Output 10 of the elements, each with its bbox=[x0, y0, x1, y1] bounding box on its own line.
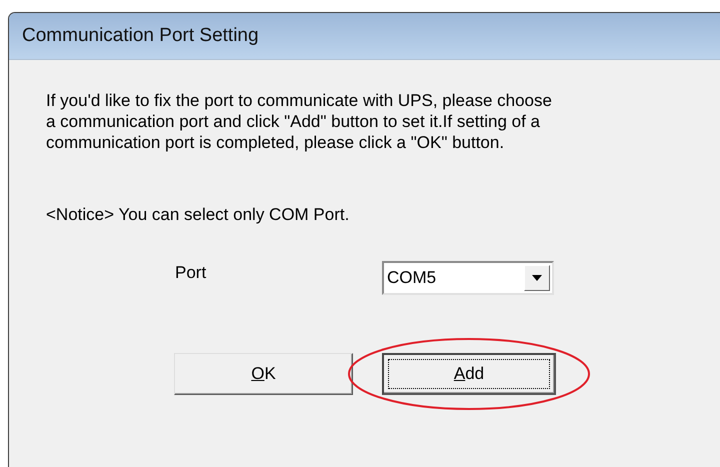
dropdown-arrow-icon bbox=[532, 275, 542, 281]
instruction-text: communication port is completed, please click a "OK" button. bbox=[46, 132, 506, 153]
notice-text: <Notice> You can select only COM Port. bbox=[46, 205, 350, 225]
port-label: Port bbox=[175, 263, 208, 283]
instruction-text: a communication port and click "Add" button to set it.If setting of a bbox=[46, 111, 541, 132]
dialog-button[interactable]: OK bbox=[174, 353, 353, 395]
window-title: Communication Port Setting bbox=[22, 25, 259, 47]
port-dropdown[interactable]: COM5 bbox=[382, 261, 554, 295]
instruction-text: If you'd like to fix the port to communicate with UPS, please choose bbox=[46, 90, 553, 111]
dialog-button[interactable]: Add bbox=[382, 353, 556, 395]
